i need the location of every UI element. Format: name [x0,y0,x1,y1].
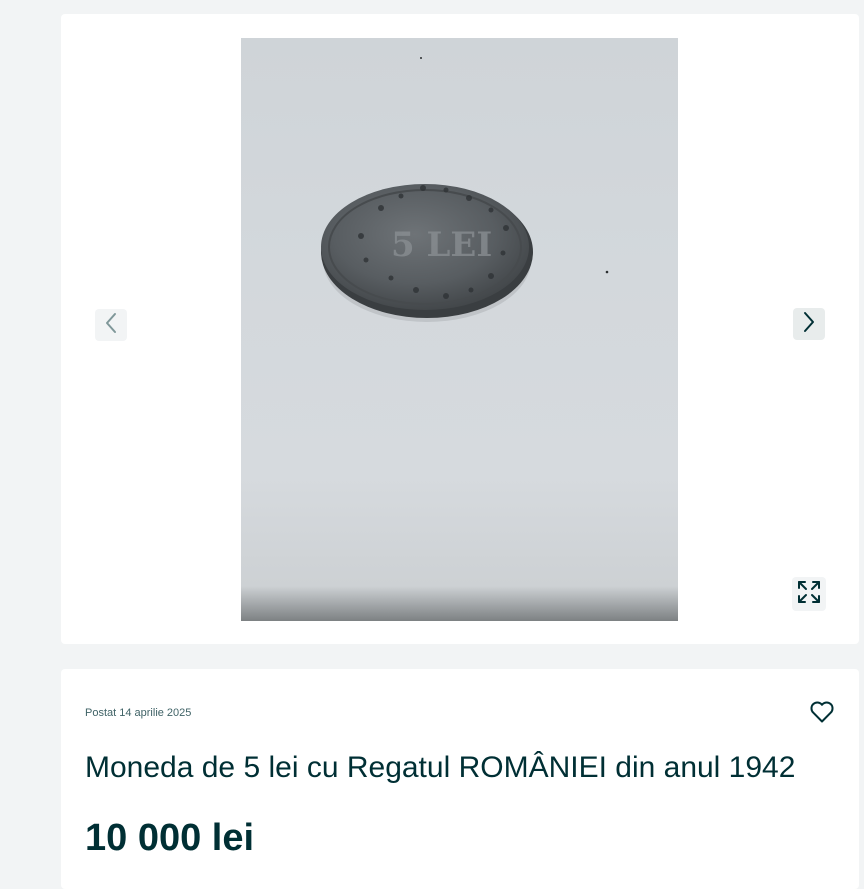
listing-title: Moneda de 5 lei cu Regatul ROMÂNIEI din … [85,751,796,784]
favorite-button[interactable] [809,700,835,728]
fullscreen-button[interactable] [792,577,826,611]
next-image-button[interactable] [793,308,825,340]
image-gallery: 5 LEI [61,14,859,644]
listing-price: 10 000 lei [85,817,255,859]
chevron-right-icon [801,310,817,339]
listing-details: Postat 14 aprilie 2025 Moneda de 5 lei c… [61,669,859,889]
listing-photo[interactable]: 5 LEI [241,38,678,621]
coin-image: 5 LEI [321,57,609,322]
heart-icon [810,700,834,728]
expand-icon [797,580,821,609]
previous-image-button[interactable] [95,309,127,341]
posted-date: Postat 14 aprilie 2025 [85,707,192,719]
chevron-left-icon [103,311,119,340]
coin-inscription: 5 LEI [391,225,492,265]
